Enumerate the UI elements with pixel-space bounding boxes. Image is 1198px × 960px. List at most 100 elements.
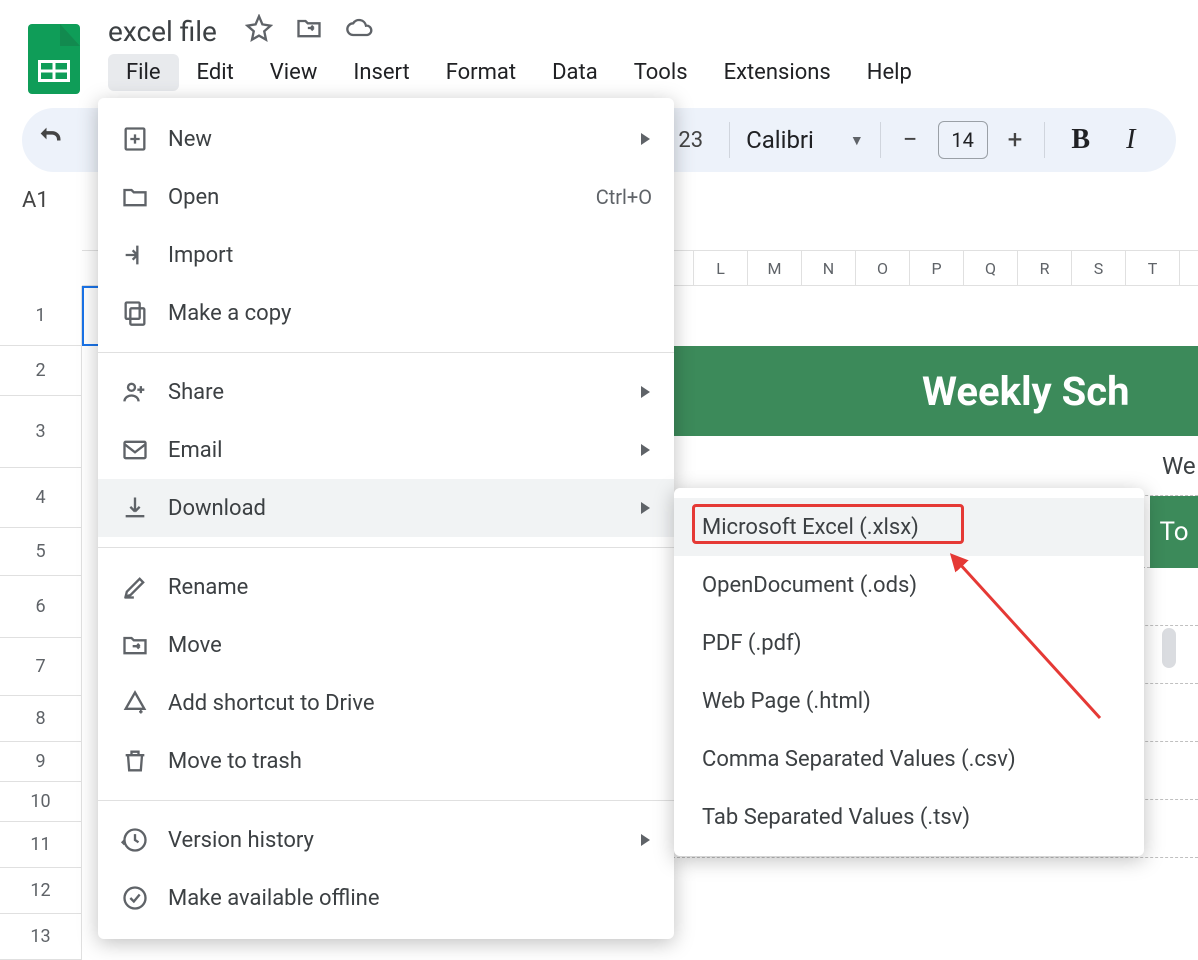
row-header[interactable]: 3 [0, 396, 82, 468]
copy-icon [120, 298, 150, 328]
row-header[interactable]: 2 [0, 346, 82, 396]
trash-icon [120, 746, 150, 776]
menu-extensions[interactable]: Extensions [706, 54, 849, 91]
menu-make-copy[interactable]: Make a copy [98, 284, 674, 342]
star-icon[interactable] [245, 14, 273, 48]
menu-rename[interactable]: Rename [98, 558, 674, 616]
row-header[interactable]: 13 [0, 914, 82, 960]
row-header[interactable]: 4 [0, 468, 82, 528]
menu-data[interactable]: Data [534, 54, 616, 91]
row-header[interactable]: 10 [0, 782, 82, 822]
menu-offline[interactable]: Make available offline [98, 869, 674, 927]
menu-trash[interactable]: Move to trash [98, 732, 674, 790]
file-menu-dropdown: New Open Ctrl+O Import Make a copy Share… [98, 98, 674, 939]
sheet-subheader: We [672, 436, 1198, 496]
drive-shortcut-icon [120, 688, 150, 718]
column-header[interactable]: P [910, 251, 964, 285]
font-size-input[interactable]: 14 [938, 121, 988, 159]
submenu-arrow-icon [641, 444, 650, 456]
bold-button[interactable]: B [1061, 124, 1100, 156]
menu-insert[interactable]: Insert [335, 54, 427, 91]
menu-view[interactable]: View [252, 54, 336, 91]
cloud-status-icon[interactable] [345, 14, 373, 48]
column-header[interactable]: S [1072, 251, 1126, 285]
menu-tools[interactable]: Tools [616, 54, 706, 91]
folder-icon [120, 182, 150, 212]
download-submenu: Microsoft Excel (.xlsx) OpenDocument (.o… [674, 488, 1144, 856]
menu-open[interactable]: Open Ctrl+O [98, 168, 674, 226]
menu-import[interactable]: Import [98, 226, 674, 284]
submenu-arrow-icon [641, 834, 650, 846]
menu-item-label: Import [168, 243, 233, 268]
menu-item-label: Add shortcut to Drive [168, 691, 375, 716]
menu-item-label: Move to trash [168, 749, 302, 774]
column-header[interactable]: O [856, 251, 910, 285]
download-tsv[interactable]: Tab Separated Values (.tsv) [674, 788, 1144, 846]
download-html[interactable]: Web Page (.html) [674, 672, 1144, 730]
column-header[interactable]: M [748, 251, 802, 285]
menu-email[interactable]: Email [98, 421, 674, 479]
menu-help[interactable]: Help [849, 54, 930, 91]
row-header[interactable]: 11 [0, 822, 82, 868]
menu-item-label: Share [168, 380, 224, 405]
menu-format[interactable]: Format [428, 54, 534, 91]
column-header[interactable]: L [694, 251, 748, 285]
menu-item-label: Make a copy [168, 301, 291, 326]
row-header[interactable]: 8 [0, 696, 82, 742]
scrollbar-thumb[interactable] [1162, 628, 1176, 668]
sheet-column-to: To [1150, 496, 1198, 568]
menu-item-label: Move [168, 633, 222, 658]
column-header[interactable]: N [802, 251, 856, 285]
font-select[interactable]: Calibri ▼ [746, 126, 864, 154]
email-icon [120, 435, 150, 465]
download-ods[interactable]: OpenDocument (.ods) [674, 556, 1144, 614]
menu-item-label: Version history [168, 828, 314, 853]
menu-item-label: Download [168, 496, 266, 521]
row-header[interactable]: 9 [0, 742, 82, 782]
menu-shortcut: Ctrl+O [596, 185, 652, 209]
menu-share[interactable]: Share [98, 363, 674, 421]
increase-font-button[interactable]: + [1002, 125, 1029, 155]
row-header[interactable]: 5 [0, 528, 82, 576]
menu-add-shortcut[interactable]: Add shortcut to Drive [98, 674, 674, 732]
menu-item-label: New [168, 127, 212, 152]
row-headers: 1 2 3 4 5 6 7 8 9 10 11 12 13 [0, 286, 82, 960]
document-name[interactable]: excel file [108, 15, 217, 48]
download-pdf[interactable]: PDF (.pdf) [674, 614, 1144, 672]
menu-move[interactable]: Move [98, 616, 674, 674]
rename-icon [120, 572, 150, 602]
italic-button[interactable]: I [1116, 124, 1145, 156]
row-header[interactable]: 7 [0, 638, 82, 696]
menu-version-history[interactable]: Version history [98, 811, 674, 869]
menu-new[interactable]: New [98, 110, 674, 168]
column-header[interactable]: T [1126, 251, 1180, 285]
new-sheet-icon [120, 124, 150, 154]
sheet-banner: Weekly Sch [672, 346, 1198, 436]
column-header[interactable]: R [1018, 251, 1072, 285]
share-icon [120, 377, 150, 407]
row-header[interactable]: 12 [0, 868, 82, 914]
download-xlsx[interactable]: Microsoft Excel (.xlsx) [674, 498, 1144, 556]
menu-item-label: Email [168, 438, 222, 463]
submenu-arrow-icon [641, 133, 650, 145]
import-icon [120, 240, 150, 270]
menu-item-label: Make available offline [168, 886, 379, 911]
menu-file[interactable]: File [108, 54, 179, 91]
offline-icon [120, 883, 150, 913]
move-folder-icon[interactable] [295, 14, 323, 48]
menu-item-label: Open [168, 185, 219, 210]
column-header[interactable]: Q [964, 251, 1018, 285]
download-icon [120, 493, 150, 523]
row-header[interactable]: 6 [0, 576, 82, 638]
menu-edit[interactable]: Edit [179, 54, 252, 91]
history-icon [120, 825, 150, 855]
row-header[interactable]: 1 [0, 286, 82, 346]
menu-download[interactable]: Download [98, 479, 674, 537]
sheets-logo[interactable] [28, 24, 80, 94]
menu-item-label: Rename [168, 575, 248, 600]
download-csv[interactable]: Comma Separated Values (.csv) [674, 730, 1144, 788]
undo-icon[interactable] [36, 123, 64, 157]
chevron-down-icon: ▼ [850, 132, 864, 149]
decrease-font-button[interactable]: − [897, 125, 924, 155]
submenu-arrow-icon [641, 386, 650, 398]
